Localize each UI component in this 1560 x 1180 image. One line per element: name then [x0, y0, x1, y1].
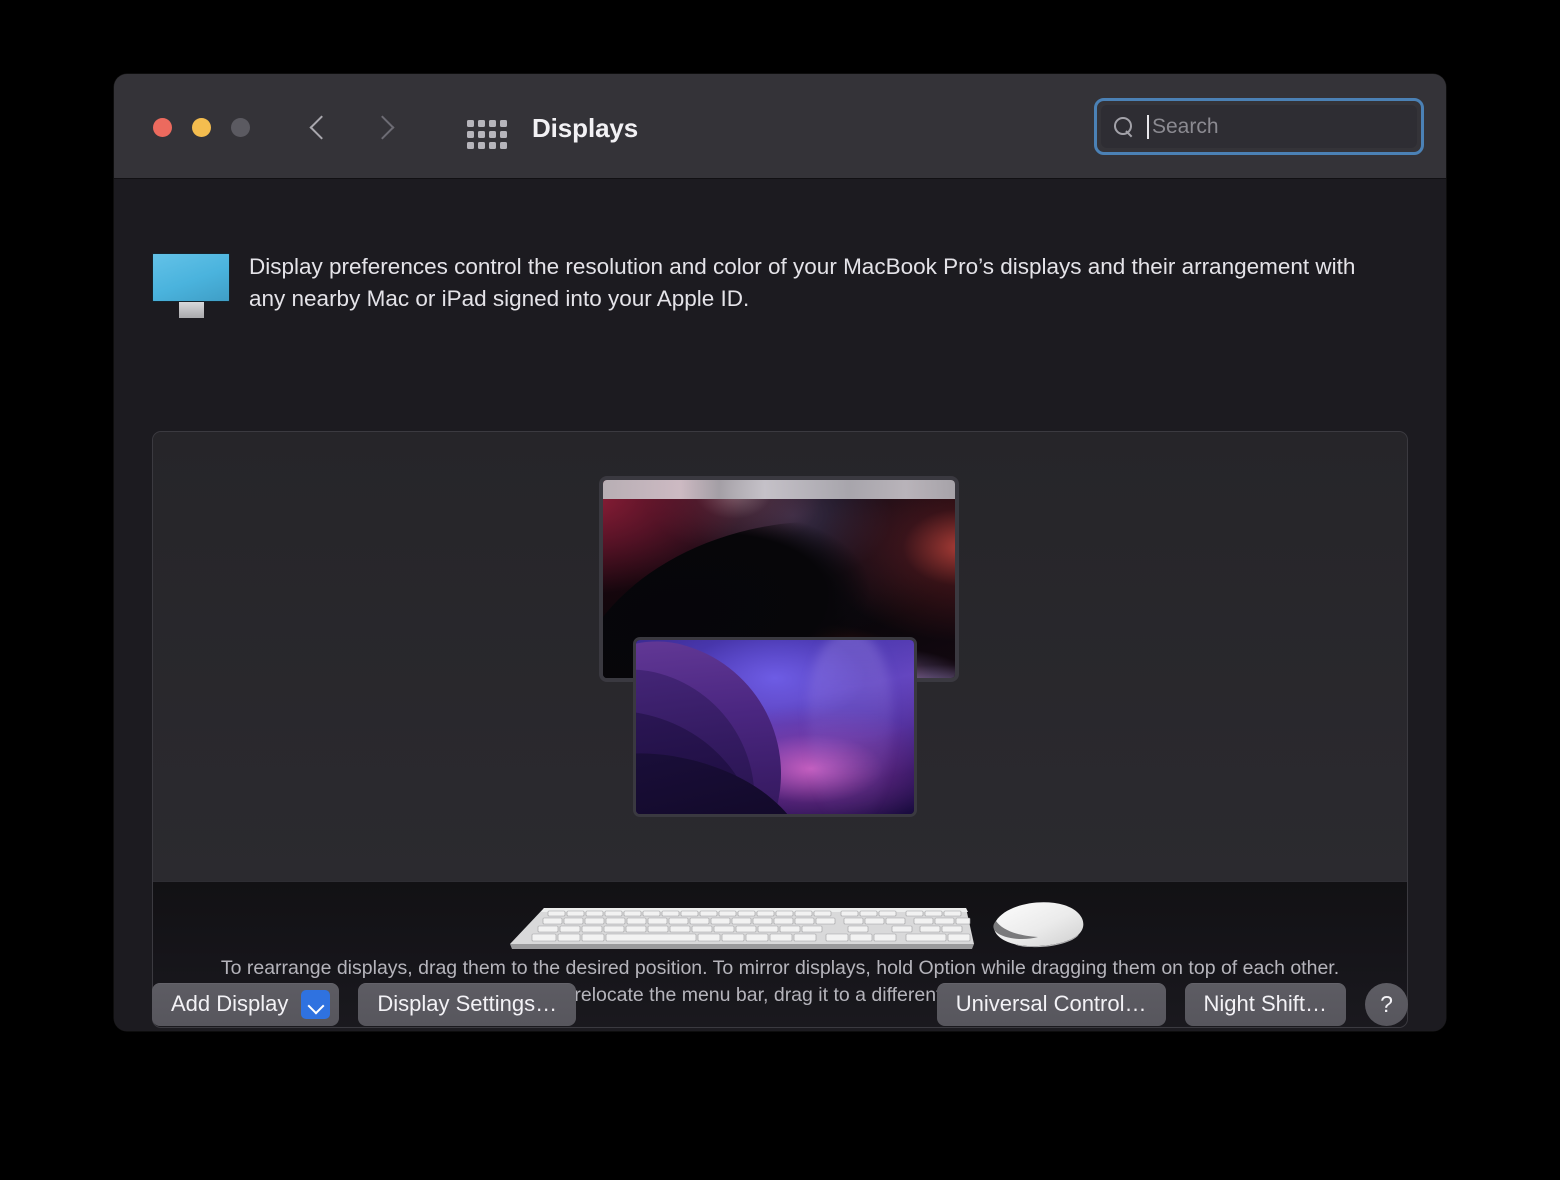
back-chevron-icon[interactable]: [309, 112, 331, 144]
universal-control-label: Universal Control…: [956, 991, 1147, 1017]
built-in-display-wallpaper: [636, 640, 914, 814]
forward-chevron-icon[interactable]: [373, 112, 395, 144]
grid-dot: [489, 142, 496, 149]
text-caret: [1147, 115, 1149, 139]
display-icon-stand: [179, 302, 204, 318]
display-arrangement-panel: To rearrange displays, drag them to the …: [152, 431, 1408, 1028]
grid-dot: [500, 120, 507, 127]
add-display-button[interactable]: Add Display: [152, 983, 339, 1026]
grid-dot: [478, 142, 485, 149]
display-settings-label: Display Settings…: [377, 991, 557, 1017]
magic-keyboard-icon: [496, 904, 976, 952]
search-input[interactable]: Search: [1101, 105, 1417, 148]
grid-dot: [478, 131, 485, 138]
search-field-focus-ring: Search: [1094, 98, 1424, 155]
display-icon-screen: [152, 253, 230, 302]
grid-dot: [489, 131, 496, 138]
zoom-button-icon[interactable]: [231, 118, 250, 137]
page-title: Displays: [532, 113, 638, 144]
grid-dot: [500, 131, 507, 138]
arrangement-stage[interactable]: [153, 432, 1407, 881]
display-settings-button[interactable]: Display Settings…: [358, 983, 576, 1026]
help-button[interactable]: ?: [1365, 983, 1408, 1026]
traffic-lights: [153, 118, 250, 137]
minimize-button-icon[interactable]: [192, 118, 211, 137]
show-all-grid-icon[interactable]: [467, 120, 507, 149]
grid-dot: [467, 120, 474, 127]
bottom-button-bar: Add Display Display Settings… Universal …: [152, 974, 1408, 1031]
wallpaper-glow: [808, 637, 891, 817]
display-icon: [152, 249, 230, 318]
navigation-controls: [309, 112, 395, 144]
intro-blurb: Display preferences control the resoluti…: [152, 249, 1408, 318]
window-content: Display preferences control the resoluti…: [114, 179, 1446, 1031]
search-placeholder: Search: [1152, 115, 1219, 139]
window-titlebar: Displays Search: [114, 74, 1446, 179]
built-in-display-thumbnail[interactable]: [633, 637, 917, 817]
night-shift-button[interactable]: Night Shift…: [1185, 983, 1347, 1026]
close-button-icon[interactable]: [153, 118, 172, 137]
chevron-down-icon[interactable]: [301, 990, 330, 1019]
magic-mouse-icon: [984, 899, 1089, 951]
search-icon: [1114, 117, 1134, 137]
grid-dot: [489, 120, 496, 127]
displays-preferences-window: Displays Search Display preferences cont…: [114, 74, 1446, 1031]
grid-dot: [500, 142, 507, 149]
menu-bar-indicator[interactable]: [603, 480, 955, 499]
add-display-label: Add Display: [171, 991, 288, 1017]
grid-dot: [478, 120, 485, 127]
intro-blurb-text: Display preferences control the resoluti…: [249, 249, 1389, 318]
universal-control-button[interactable]: Universal Control…: [937, 983, 1166, 1026]
night-shift-label: Night Shift…: [1204, 991, 1328, 1017]
grid-dot: [467, 142, 474, 149]
grid-dot: [467, 131, 474, 138]
